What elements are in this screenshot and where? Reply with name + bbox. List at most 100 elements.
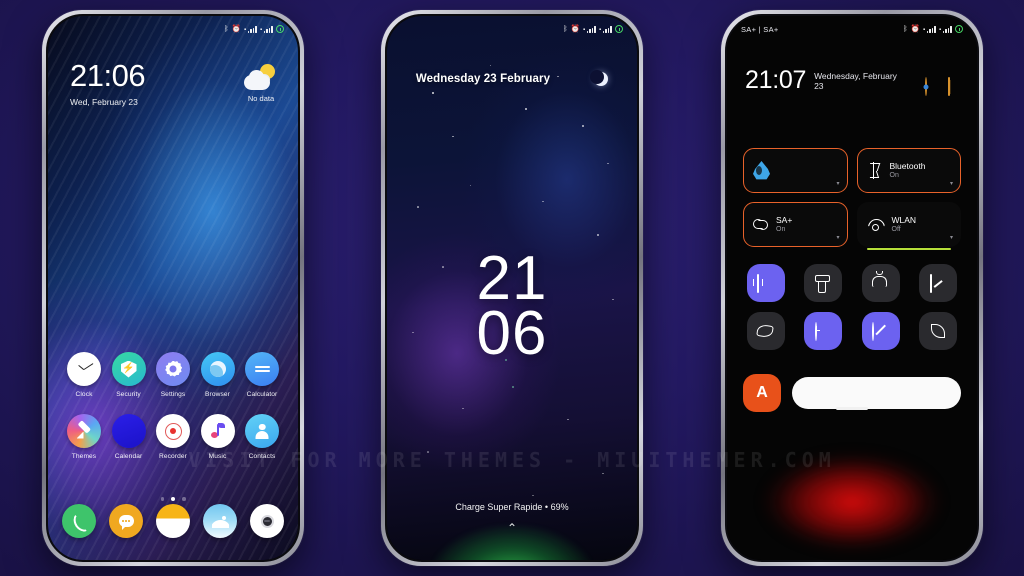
bluetooth-icon: ᛒ — [224, 24, 229, 34]
home-clock-date: Wed, February 23 — [70, 97, 138, 107]
phone2-screen: ᛒ ⏰ ▪ ▪ Wednesday 23 February 21 06 Char… — [387, 16, 637, 560]
screenshot-canvas: ᛒ ⏰ ▪ ▪ 21:06 Wed, February 23 No data C… — [0, 0, 1024, 576]
brightness-auto-icon[interactable]: A — [743, 374, 781, 412]
app-row-2: Themes Calendar Recorder Music Contacts — [58, 414, 288, 460]
music-app-icon — [200, 414, 235, 448]
app-security[interactable]: ⚡ Security — [107, 352, 151, 398]
contacts-app-icon — [245, 414, 279, 448]
chevron-down-icon[interactable]: ▾ — [836, 235, 839, 241]
qs-tile-sub: On — [776, 225, 786, 233]
sim2-signal-icon: ▪ — [260, 25, 273, 33]
calendar-app-icon — [111, 414, 146, 448]
partly-cloudy-icon — [244, 64, 278, 90]
home-page-indicator[interactable] — [48, 497, 298, 501]
chevron-down-icon[interactable]: ▾ — [836, 181, 839, 187]
app-clock[interactable]: Clock — [62, 352, 106, 398]
qs-big-tiles: ▾ Bluetooth On ▾ SA+ On ▾ WLAN Off ▾ — [743, 148, 961, 250]
red-glow-decoration — [764, 454, 940, 550]
gallery-dock-icon[interactable] — [203, 504, 237, 538]
messages-dock-icon[interactable] — [109, 504, 143, 538]
phone-dock-icon[interactable] — [62, 504, 96, 538]
battery-icon — [955, 25, 963, 33]
home-dock — [58, 504, 288, 538]
app-calendar[interactable]: Calendar — [107, 414, 151, 460]
qs-mini-tiles — [743, 264, 961, 350]
alarm-icon: ⏰ — [231, 24, 241, 34]
home-indicator-bar[interactable] — [836, 407, 868, 410]
phone3-status-bar: SA+ | SA+ ᛒ ⏰ ▪ ▪ — [727, 16, 977, 38]
qs-tile-sub: Off — [891, 225, 901, 233]
qs-toggle-vibrate[interactable] — [746, 264, 785, 302]
camera-dock-icon[interactable] — [250, 504, 284, 538]
lockscreen-date-row: Wednesday 23 February — [387, 70, 637, 86]
phone2-status-icons: ᛒ ⏰ ▪ ▪ — [563, 25, 623, 33]
home-weather-widget[interactable]: No data — [244, 64, 278, 103]
qs-toggle-screenshot[interactable] — [919, 264, 958, 302]
sim2-signal-icon: ▪ — [939, 25, 952, 33]
page-dot-active — [171, 497, 175, 501]
phone3-bezel: SA+ | SA+ ᛒ ⏰ ▪ ▪ 21:07 Wednesday, Febru… — [725, 14, 979, 562]
home-clock-widget[interactable]: 21:06 Wed, February 23 — [70, 58, 146, 107]
phone-device-lock: ᛒ ⏰ ▪ ▪ Wednesday 23 February 21 06 Char… — [381, 10, 643, 566]
app-label: Security — [116, 391, 141, 398]
chevron-down-icon[interactable]: ▾ — [950, 181, 953, 187]
qs-toggle-flashlight[interactable] — [804, 264, 843, 302]
app-label: Music — [208, 453, 227, 460]
phone3-status-icons: ᛒ ⏰ ▪ ▪ — [903, 25, 963, 33]
phone2-status-bar: ᛒ ⏰ ▪ ▪ — [387, 16, 637, 38]
settings-gear-icon[interactable] — [925, 77, 938, 96]
qs-tile-bluetooth[interactable]: Bluetooth On ▾ — [856, 148, 961, 193]
qs-date: Wednesday, February 23 — [814, 70, 897, 92]
clock-app-icon — [67, 352, 101, 386]
qs-toggle-ringer[interactable] — [861, 264, 900, 302]
qs-clock[interactable]: 21:07 — [745, 68, 806, 93]
bluetooth-icon: ᛒ — [903, 24, 908, 34]
app-browser[interactable]: Browser — [196, 352, 240, 398]
browser-app-icon — [200, 352, 235, 386]
qs-toggle-do-not-disturb[interactable] — [861, 312, 900, 350]
qs-toggle-clock[interactable] — [804, 312, 843, 350]
page-dot — [182, 497, 186, 501]
home-app-grid: Clock ⚡ Security Settings Browser Calcul… — [58, 352, 288, 476]
app-music[interactable]: Music — [196, 414, 240, 460]
qs-toggle-battery-saver[interactable] — [919, 312, 958, 350]
app-label: Browser — [205, 391, 230, 398]
moon-icon — [589, 70, 609, 86]
qs-tile-underline — [866, 247, 951, 250]
app-recorder[interactable]: Recorder — [151, 414, 195, 460]
phone3-screen: SA+ | SA+ ᛒ ⏰ ▪ ▪ 21:07 Wednesday, Febru… — [727, 16, 977, 560]
app-row-1: Clock ⚡ Security Settings Browser Calcul… — [58, 352, 288, 398]
edit-tiles-icon[interactable] — [948, 77, 961, 96]
qs-tile-title: Bluetooth — [889, 160, 926, 171]
settings-app-icon — [156, 352, 190, 386]
app-settings[interactable]: Settings — [151, 352, 195, 398]
app-label: Contacts — [248, 453, 276, 460]
qs-tile-wlan[interactable]: WLAN Off ▾ — [856, 202, 961, 250]
notes-dock-icon[interactable] — [156, 504, 190, 538]
page-dot — [160, 497, 164, 501]
brightness-slider[interactable] — [792, 377, 961, 409]
themes-app-icon — [67, 414, 101, 448]
phone2-bezel: ᛒ ⏰ ▪ ▪ Wednesday 23 February 21 06 Char… — [385, 14, 639, 562]
alarm-icon: ⏰ — [570, 24, 580, 34]
battery-icon — [276, 25, 284, 33]
bluetooth-icon: ᛒ — [563, 24, 568, 34]
lockscreen-date: Wednesday 23 February — [415, 73, 551, 85]
battery-icon — [615, 25, 623, 33]
chevron-down-icon[interactable]: ▾ — [950, 235, 953, 241]
quicksettings-header: 21:07 Wednesday, February 23 — [745, 68, 961, 96]
app-label: Clock — [75, 391, 93, 398]
phone1-status-icons: ᛒ ⏰ ▪ ▪ — [224, 25, 284, 33]
phone1-screen: ᛒ ⏰ ▪ ▪ 21:06 Wed, February 23 No data C… — [48, 16, 298, 560]
phone1-status-bar: ᛒ ⏰ ▪ ▪ — [48, 16, 298, 38]
app-themes[interactable]: Themes — [62, 414, 106, 460]
phone-device-quicksettings: SA+ | SA+ ᛒ ⏰ ▪ ▪ 21:07 Wednesday, Febru… — [721, 10, 983, 566]
wlan-icon — [867, 218, 884, 231]
qs-tile-mobile-data[interactable]: ▾ — [743, 148, 848, 193]
phone3-carrier: SA+ | SA+ — [741, 24, 779, 34]
qs-toggle-eye-care[interactable] — [746, 312, 785, 350]
app-contacts[interactable]: Contacts — [240, 414, 284, 460]
qs-tile-sa-plus[interactable]: SA+ On ▾ — [743, 202, 848, 247]
home-clock-time: 21:06 — [70, 58, 146, 93]
app-calculator[interactable]: Calculator — [240, 352, 284, 398]
